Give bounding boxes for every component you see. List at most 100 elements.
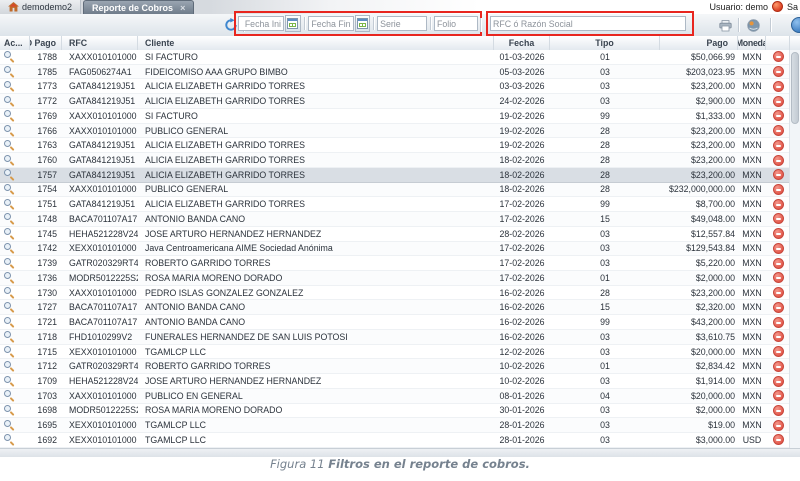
table-row[interactable]: 1698 MODR5012225S2 ROSA MARIA MORENO DOR… <box>0 404 800 419</box>
magnifier-icon[interactable] <box>4 228 15 239</box>
cancel-payment-icon[interactable] <box>773 66 784 77</box>
cancel-payment-icon[interactable] <box>773 405 784 416</box>
magnifier-icon[interactable] <box>4 258 15 269</box>
table-row[interactable]: 1748 BACA701107A17 ANTONIO BANDA CANO 17… <box>0 212 800 227</box>
close-icon[interactable]: × <box>180 3 185 13</box>
table-row[interactable]: 1730 XAXX010101000 PEDRO ISLAS GONZALEZ … <box>0 286 800 301</box>
magnifier-icon[interactable] <box>4 184 15 195</box>
cancel-payment-icon[interactable] <box>773 420 784 431</box>
magnifier-icon[interactable] <box>4 125 15 136</box>
magnifier-icon[interactable] <box>4 287 15 298</box>
print-button[interactable] <box>719 19 732 37</box>
magnifier-icon[interactable] <box>4 390 15 401</box>
magnifier-icon[interactable] <box>4 66 15 77</box>
cancel-payment-icon[interactable] <box>773 272 784 283</box>
magnifier-icon[interactable] <box>4 272 15 283</box>
magnifier-icon[interactable] <box>4 110 15 121</box>
magnifier-icon[interactable] <box>4 81 15 92</box>
magnifier-icon[interactable] <box>4 243 15 254</box>
table-row[interactable]: 1760 GATA841219J51 ALICIA ELIZABETH GARR… <box>0 153 800 168</box>
column-header-cliente[interactable]: Cliente <box>138 36 494 50</box>
cancel-payment-icon[interactable] <box>773 199 784 210</box>
table-row[interactable]: 1788 XAXX010101000 SI FACTURO 01-03-2026… <box>0 50 800 65</box>
magnifier-icon[interactable] <box>4 376 15 387</box>
table-row[interactable]: 1773 GATA841219J51 ALICIA ELIZABETH GARR… <box>0 79 800 94</box>
magnifier-icon[interactable] <box>4 199 15 210</box>
table-row[interactable]: 1736 MODR5012225S2 ROSA MARIA MORENO DOR… <box>0 271 800 286</box>
toolbar-icon-partial[interactable] <box>791 17 800 33</box>
cancel-payment-icon[interactable] <box>773 434 784 445</box>
table-row[interactable]: 1763 GATA841219J51 ALICIA ELIZABETH GARR… <box>0 138 800 153</box>
table-row[interactable]: 1754 XAXX010101000 PUBLICO GENERAL 18-02… <box>0 183 800 198</box>
cancel-payment-icon[interactable] <box>773 361 784 372</box>
table-row[interactable]: 1742 XEXX010101000 Java Centroamericana … <box>0 242 800 257</box>
table-row[interactable]: 1739 GATR020329RT4 ROBERTO GARRIDO TORRE… <box>0 256 800 271</box>
cancel-payment-icon[interactable] <box>773 346 784 357</box>
table-row[interactable]: 1785 FAG0506274A1 FIDEICOMISO AAA GRUPO … <box>0 65 800 80</box>
table-row[interactable]: 1718 FHD1010299V2 FUNERALES HERNANDEZ DE… <box>0 330 800 345</box>
column-header-rfc[interactable]: RFC <box>62 36 138 50</box>
cancel-payment-icon[interactable] <box>773 140 784 151</box>
fecha-ini-calendar-button[interactable] <box>285 15 301 32</box>
cancel-payment-icon[interactable] <box>773 110 784 121</box>
scrollbar-thumb[interactable] <box>791 52 799 124</box>
cancel-payment-icon[interactable] <box>773 125 784 136</box>
magnifier-icon[interactable] <box>4 361 15 372</box>
table-row[interactable]: 1766 XAXX010101000 PUBLICO GENERAL 19-02… <box>0 124 800 139</box>
column-header-acciones[interactable]: Ac... <box>0 36 30 50</box>
magnifier-icon[interactable] <box>4 213 15 224</box>
magnifier-icon[interactable] <box>4 96 15 107</box>
salir-label[interactable]: Sa <box>787 2 798 12</box>
magnifier-icon[interactable] <box>4 155 15 166</box>
salir-icon[interactable] <box>772 1 783 12</box>
cancel-payment-icon[interactable] <box>773 213 784 224</box>
magnifier-icon[interactable] <box>4 346 15 357</box>
cancel-payment-icon[interactable] <box>773 243 784 254</box>
cancel-payment-icon[interactable] <box>773 169 784 180</box>
table-row[interactable]: 1709 HEHA521228V24 JOSE ARTURO HERNANDEZ… <box>0 374 800 389</box>
magnifier-icon[interactable] <box>4 317 15 328</box>
column-header-id-pago[interactable]: ID Pago <box>30 36 62 50</box>
cancel-payment-icon[interactable] <box>773 51 784 62</box>
magnifier-icon[interactable] <box>4 331 15 342</box>
cancel-payment-icon[interactable] <box>773 376 784 387</box>
magnifier-icon[interactable] <box>4 434 15 445</box>
serie-input[interactable] <box>377 16 427 31</box>
cancel-payment-icon[interactable] <box>773 96 784 107</box>
cancel-payment-icon[interactable] <box>773 331 784 342</box>
table-row[interactable]: 1751 GATA841219J51 ALICIA ELIZABETH GARR… <box>0 197 800 212</box>
table-row[interactable]: 1712 GATR020329RT4 ROBERTO GARRIDO TORRE… <box>0 359 800 374</box>
table-row[interactable]: 1745 HEHA521228V24 JOSE ARTURO HERNANDEZ… <box>0 227 800 242</box>
fecha-fin-input[interactable] <box>308 16 354 31</box>
cancel-payment-icon[interactable] <box>773 287 784 298</box>
tab-reporte-cobros[interactable]: Reporte de Cobros × <box>83 0 194 14</box>
table-row[interactable]: 1703 XAXX010101000 PUBLICO EN GENERAL 08… <box>0 389 800 404</box>
column-header-fecha[interactable]: Fecha <box>494 36 550 50</box>
tab-home[interactable]: demodemo2 <box>0 0 81 14</box>
magnifier-icon[interactable] <box>4 51 15 62</box>
cancel-payment-icon[interactable] <box>773 258 784 269</box>
cancel-payment-icon[interactable] <box>773 302 784 313</box>
cancel-payment-icon[interactable] <box>773 155 784 166</box>
magnifier-icon[interactable] <box>4 405 15 416</box>
cancel-payment-icon[interactable] <box>773 81 784 92</box>
column-header-tipo[interactable]: Tipo <box>550 36 660 50</box>
table-row[interactable]: 1715 XEXX010101000 TGAMLCP LLC 12-02-202… <box>0 345 800 360</box>
help-button[interactable] <box>747 19 760 37</box>
cancel-payment-icon[interactable] <box>773 390 784 401</box>
column-header-pago[interactable]: Pago <box>660 36 738 50</box>
table-row[interactable]: 1721 BACA701107A17 ANTONIO BANDA CANO 16… <box>0 315 800 330</box>
vertical-scrollbar[interactable] <box>789 50 800 448</box>
rfc-razon-social-input[interactable] <box>490 16 686 31</box>
table-row[interactable]: 1757 GATA841219J51 ALICIA ELIZABETH GARR… <box>0 168 800 183</box>
table-row[interactable]: 1772 GATA841219J51 ALICIA ELIZABETH GARR… <box>0 94 800 109</box>
cancel-payment-icon[interactable] <box>773 317 784 328</box>
magnifier-icon[interactable] <box>4 140 15 151</box>
magnifier-icon[interactable] <box>4 420 15 431</box>
folio-input[interactable] <box>434 16 478 31</box>
column-header-moneda[interactable]: Moneda <box>738 36 766 50</box>
cancel-payment-icon[interactable] <box>773 184 784 195</box>
table-row[interactable]: 1692 XEXX010101000 TGAMLCP LLC 28-01-202… <box>0 433 800 448</box>
fecha-fin-calendar-button[interactable] <box>355 15 371 32</box>
cancel-payment-icon[interactable] <box>773 228 784 239</box>
